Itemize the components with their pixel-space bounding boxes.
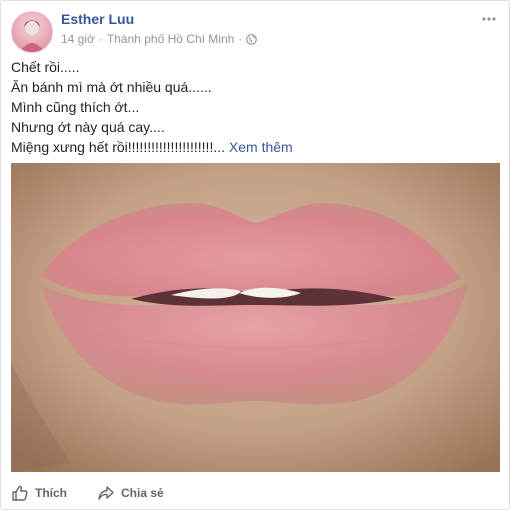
- post-actions: Thích Chia sẻ: [11, 481, 499, 505]
- share-icon: [98, 486, 114, 500]
- lips-photo: [11, 163, 500, 472]
- post-text-line-last: Miệng xưng hết rồi!!!!!!!!!!!!!!!!!!!!!!…: [11, 137, 499, 157]
- post-time[interactable]: 14 giờ: [61, 32, 95, 46]
- post-text-line: Nhưng ớt này quá cay....: [11, 119, 165, 135]
- author-name[interactable]: Esther Luu: [61, 11, 134, 27]
- meta-separator: ·: [98, 32, 103, 46]
- globe-icon[interactable]: [246, 33, 258, 45]
- post-text: Chết rồi..... Ăn bánh mì mà ớt nhiều quá…: [11, 57, 499, 157]
- like-button[interactable]: Thích: [11, 484, 67, 502]
- post-text-line: Miệng xưng hết rồi!!!!!!!!!!!!!!!!!!!!!!…: [11, 139, 226, 155]
- like-label: Thích: [35, 486, 67, 500]
- more-options-icon[interactable]: [481, 11, 497, 27]
- share-button[interactable]: Chia sẻ: [97, 484, 164, 502]
- meta-separator: ·: [238, 32, 243, 46]
- post-photo[interactable]: [11, 163, 500, 472]
- post-text-line: Chết rồi.....: [11, 59, 80, 75]
- avatar-image: [20, 20, 44, 52]
- share-label: Chia sẻ: [121, 486, 164, 500]
- author-avatar[interactable]: [11, 11, 53, 53]
- see-more-link[interactable]: Xem thêm: [229, 139, 293, 155]
- post-location[interactable]: Thành phố Hồ Chí Minh: [107, 32, 234, 46]
- thumbs-up-icon: [12, 485, 28, 501]
- post-text-line: Mình cũng thích ớt...: [11, 99, 140, 115]
- post-card: Esther Luu 14 giờ · Thành phố Hồ Chí Min…: [0, 0, 510, 510]
- post-text-line: Ăn bánh mì mà ớt nhiều quá......: [11, 79, 212, 95]
- post-meta: 14 giờ · Thành phố Hồ Chí Minh ·: [61, 32, 258, 46]
